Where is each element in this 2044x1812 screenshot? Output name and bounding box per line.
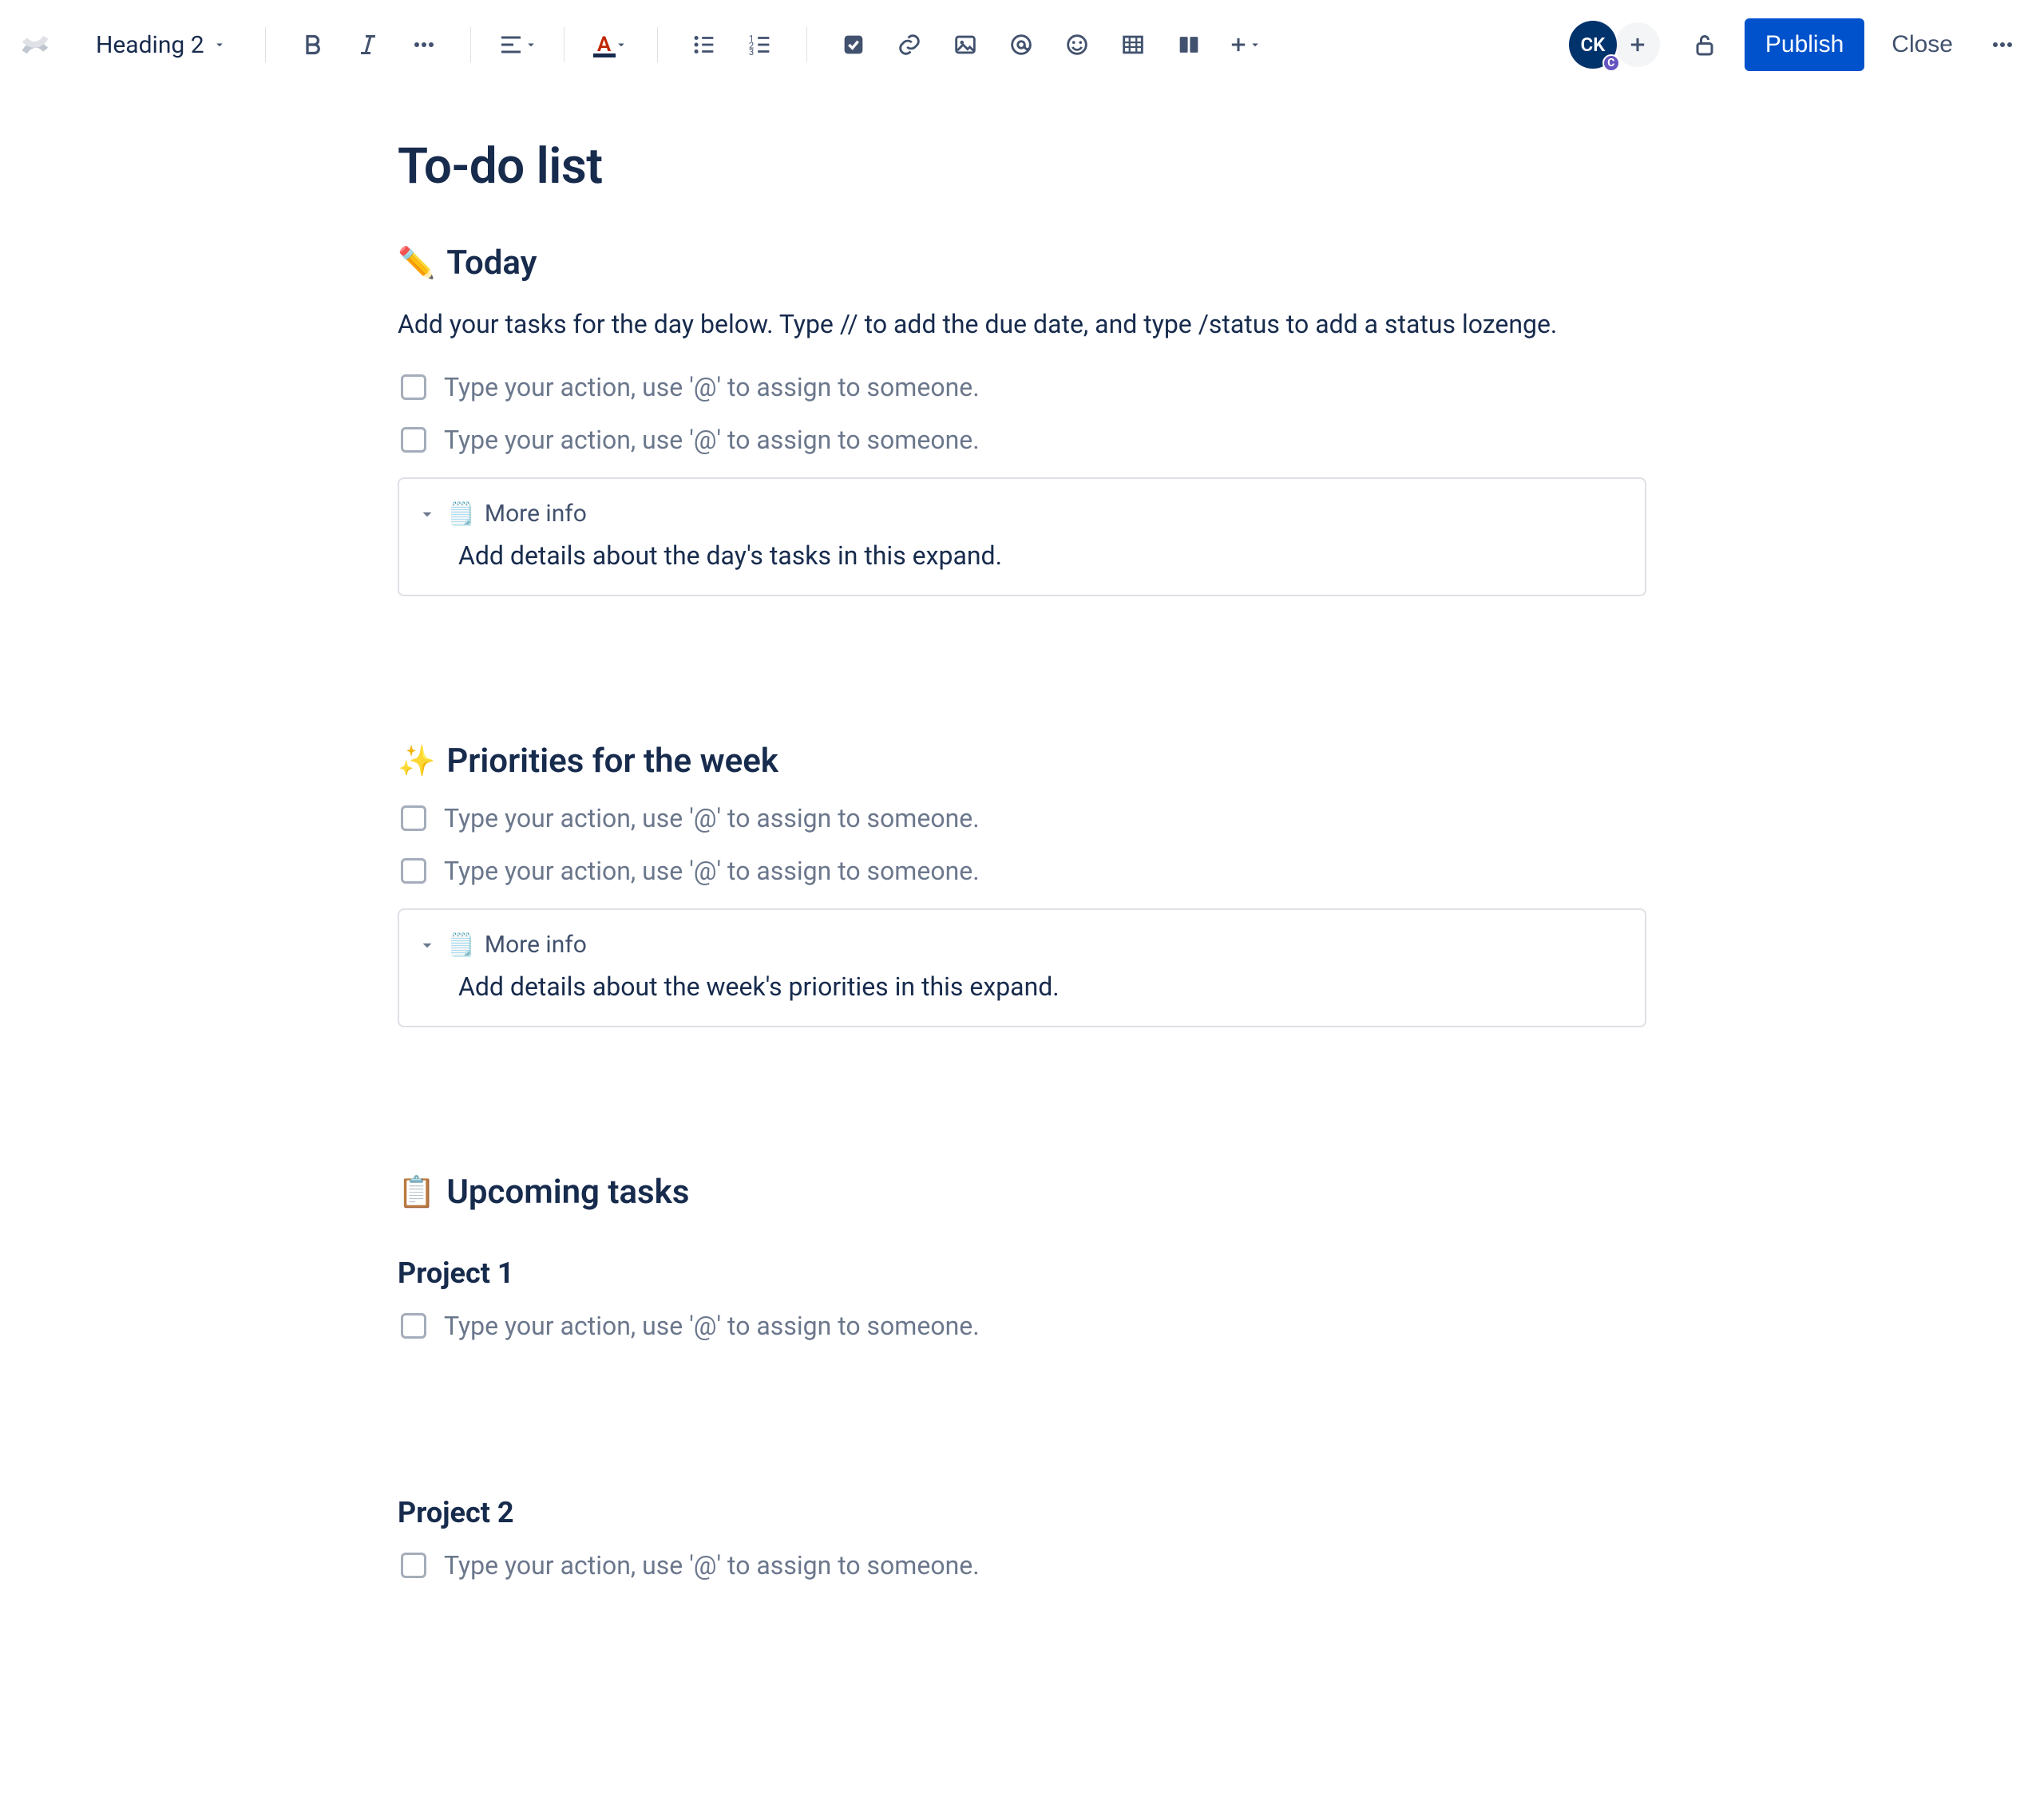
expand-toggle[interactable]: 🗒️ More info: [417, 928, 1627, 971]
avatar-badge-letter: C: [1607, 57, 1614, 69]
editor-toolbar: Heading 2 A: [0, 0, 2044, 89]
task-checkbox[interactable]: [401, 427, 426, 453]
heading-upcoming-text: Upcoming tasks: [446, 1173, 689, 1212]
task-checkbox[interactable]: [401, 858, 426, 884]
user-avatar[interactable]: CK C: [1569, 21, 1617, 69]
italic-button[interactable]: [343, 19, 394, 70]
add-collaborator-button[interactable]: [1615, 22, 1660, 67]
heading-today[interactable]: ✏️ Today: [398, 243, 1646, 283]
expand-body[interactable]: Add details about the week's priorities …: [417, 971, 1627, 1002]
task-placeholder: Type your action, use '@' to assign to s…: [444, 1550, 980, 1581]
text-style-select[interactable]: Heading 2: [85, 23, 238, 67]
text-color-button[interactable]: A: [585, 19, 636, 70]
sparkles-emoji-icon: ✨: [398, 746, 435, 777]
task-placeholder: Type your action, use '@' to assign to s…: [444, 372, 980, 402]
chevron-down-icon: [212, 38, 227, 52]
pencil-emoji-icon: ✏️: [398, 248, 435, 279]
notepad-icon: 🗒️: [447, 503, 475, 525]
more-actions-button[interactable]: [1980, 22, 2025, 67]
task-placeholder: Type your action, use '@' to assign to s…: [444, 856, 980, 886]
more-formatting-button[interactable]: [398, 19, 450, 70]
toolbar-divider: [470, 27, 471, 62]
align-button[interactable]: [492, 19, 543, 70]
today-description[interactable]: Add your tasks for the day below. Type /…: [398, 305, 1646, 343]
task-row[interactable]: Type your action, use '@' to assign to s…: [398, 372, 1646, 402]
task-placeholder: Type your action, use '@' to assign to s…: [444, 425, 980, 455]
image-button[interactable]: [940, 19, 991, 70]
chevron-down-icon: [417, 504, 438, 524]
toolbar-divider: [657, 27, 658, 62]
clipboard-emoji-icon: 📋: [398, 1177, 435, 1208]
heading-today-text: Today: [446, 243, 537, 283]
page-title[interactable]: To-do list: [398, 137, 1646, 196]
expand-panel: 🗒️ More info Add details about the day's…: [398, 477, 1646, 596]
task-row[interactable]: Type your action, use '@' to assign to s…: [398, 1550, 1646, 1581]
heading-priorities-text: Priorities for the week: [446, 742, 778, 781]
text-style-label: Heading 2: [96, 31, 204, 59]
chevron-down-icon: [417, 935, 438, 955]
restrictions-button[interactable]: [1682, 22, 1727, 67]
expand-label: More info: [485, 931, 587, 959]
close-button[interactable]: Close: [1874, 18, 1971, 71]
expand-panel: 🗒️ More info Add details about the week'…: [398, 908, 1646, 1027]
action-item-button[interactable]: [828, 19, 879, 70]
task-row[interactable]: Type your action, use '@' to assign to s…: [398, 856, 1646, 886]
numbered-list-button[interactable]: 123: [735, 19, 786, 70]
table-button[interactable]: [1107, 19, 1159, 70]
svg-text:3: 3: [748, 46, 753, 57]
task-row[interactable]: Type your action, use '@' to assign to s…: [398, 425, 1646, 455]
task-row[interactable]: Type your action, use '@' to assign to s…: [398, 803, 1646, 833]
toolbar-divider: [806, 27, 807, 62]
expand-body[interactable]: Add details about the day's tasks in thi…: [417, 540, 1627, 571]
task-checkbox[interactable]: [401, 1313, 426, 1339]
task-row[interactable]: Type your action, use '@' to assign to s…: [398, 1311, 1646, 1341]
mention-button[interactable]: [996, 19, 1047, 70]
chevron-down-icon: [1248, 38, 1262, 52]
notepad-icon: 🗒️: [447, 934, 475, 956]
task-checkbox[interactable]: [401, 1553, 426, 1578]
project-2-heading[interactable]: Project 2: [398, 1496, 1646, 1529]
toolbar-divider: [265, 27, 266, 62]
emoji-button[interactable]: [1052, 19, 1103, 70]
bold-button[interactable]: [287, 19, 338, 70]
publish-button[interactable]: Publish: [1745, 18, 1864, 71]
heading-upcoming[interactable]: 📋 Upcoming tasks: [398, 1173, 1646, 1212]
avatar-initials: CK: [1580, 34, 1605, 56]
task-checkbox[interactable]: [401, 374, 426, 400]
task-placeholder: Type your action, use '@' to assign to s…: [444, 1311, 980, 1341]
insert-button[interactable]: [1219, 19, 1270, 70]
heading-priorities[interactable]: ✨ Priorities for the week: [398, 742, 1646, 781]
confluence-logo-icon: [19, 29, 51, 61]
bullet-list-button[interactable]: [679, 19, 730, 70]
task-checkbox[interactable]: [401, 805, 426, 831]
chevron-down-icon: [614, 38, 628, 52]
editor-content[interactable]: To-do list ✏️ Today Add your tasks for t…: [398, 89, 1646, 1699]
expand-toggle[interactable]: 🗒️ More info: [417, 497, 1627, 540]
expand-label: More info: [485, 500, 587, 528]
chevron-down-icon: [524, 38, 538, 52]
layout-button[interactable]: [1163, 19, 1214, 70]
task-placeholder: Type your action, use '@' to assign to s…: [444, 803, 980, 833]
link-button[interactable]: [884, 19, 935, 70]
project-1-heading[interactable]: Project 1: [398, 1256, 1646, 1290]
